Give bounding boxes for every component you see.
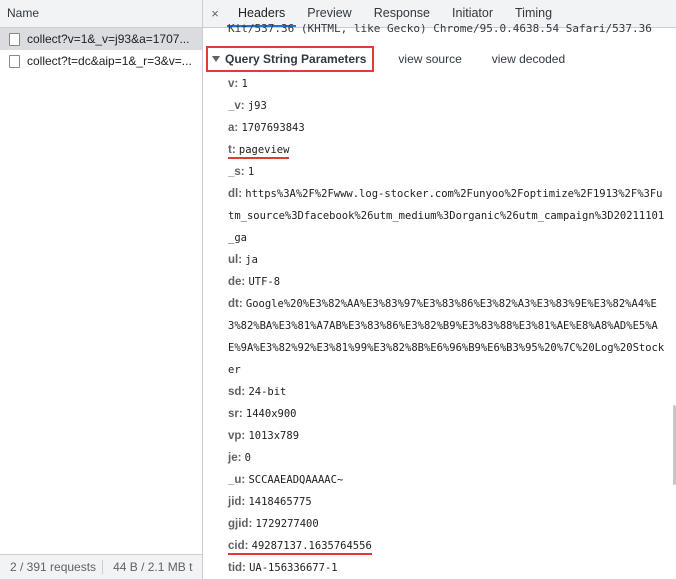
param-value: 49287137.1635764556: [251, 540, 372, 552]
param-key: t:: [228, 144, 236, 156]
param-row: _s: 1: [228, 161, 668, 183]
request-row[interactable]: collect?v=1&_v=j93&a=1707...: [0, 28, 202, 50]
param-value: 1013x789: [248, 430, 300, 442]
param-key: dt:: [228, 298, 243, 310]
param-value: ja: [245, 254, 258, 266]
param-key: cid:: [228, 540, 249, 552]
param-value: pageview: [238, 144, 290, 156]
param-row: cid: 49287137.1635764556: [228, 535, 668, 557]
param-value: 1729277400: [255, 518, 319, 530]
param-row: ul: ja: [228, 249, 668, 271]
param-row: sr: 1440x900: [228, 403, 668, 425]
param-value: 1707693843: [241, 122, 305, 134]
param-value: 24-bit: [248, 386, 287, 398]
section-title: Query String Parameters: [225, 52, 367, 66]
param-row: sd: 24-bit: [228, 381, 668, 403]
view-decoded-link[interactable]: view decoded: [486, 52, 571, 66]
request-list-pane: Name collect?v=1&_v=j93&a=1707... collec…: [0, 0, 203, 579]
param-value: SCCAAEADQAAAAC~: [248, 474, 344, 486]
details-pane: × Headers Preview Response Initiator Tim…: [203, 0, 676, 579]
param-value: 0: [244, 452, 251, 464]
request-name: collect?v=1&_v=j93&a=1707...: [27, 32, 190, 46]
param-value: UTF-8: [248, 276, 281, 288]
param-row: gjid: 1729277400: [228, 513, 668, 535]
param-key: vp:: [228, 430, 246, 442]
param-key: _s:: [228, 166, 245, 178]
param-key: ul:: [228, 254, 243, 266]
param-value: 1440x900: [245, 408, 297, 420]
param-value: Google%20%E3%82%AA%E3%83%97%E3%83%86%E3%…: [228, 298, 665, 376]
param-value: 1: [247, 166, 255, 178]
param-row: tid: UA-156336677-1: [228, 557, 668, 579]
close-icon[interactable]: ×: [203, 0, 227, 27]
param-value: 1: [241, 78, 248, 90]
param-key: a:: [228, 122, 239, 134]
user-agent-text: Kit/537.36 (KHTML, like Gecko) Chrome/95…: [228, 22, 652, 35]
param-row: _u: SCCAAEADQAAAAC~: [228, 469, 668, 491]
param-value: j93: [247, 100, 267, 112]
request-row[interactable]: collect?t=dc&aip=1&_r=3&v=...: [0, 50, 202, 72]
status-bar: 2 / 391 requests 44 B / 2.1 MB t: [0, 554, 202, 579]
request-count: 2 / 391 requests: [10, 560, 97, 574]
document-icon: [9, 32, 20, 46]
param-key: _u:: [228, 474, 246, 486]
param-value: UA-156336677-1: [249, 562, 338, 574]
param-key: tid:: [228, 562, 246, 574]
param-row: dl: https%3A%2F%2Fwww.log-stocker.com%2F…: [228, 183, 668, 249]
param-row: dt: Google%20%E3%82%AA%E3%83%97%E3%83%86…: [228, 293, 668, 381]
param-key: je:: [228, 452, 242, 464]
param-key: jid:: [228, 496, 246, 508]
transfer-size: 44 B / 2.1 MB t: [113, 560, 193, 574]
name-column-header[interactable]: Name: [0, 0, 202, 28]
param-value: https%3A%2F%2Fwww.log-stocker.com%2Funyo…: [228, 188, 665, 244]
param-row: vp: 1013x789: [228, 425, 668, 447]
param-row: jid: 1418465775: [228, 491, 668, 513]
param-row: t: pageview: [228, 139, 668, 161]
param-key: _v:: [228, 100, 245, 112]
param-key: dl:: [228, 188, 243, 200]
param-key: de:: [228, 276, 246, 288]
param-key: v:: [228, 78, 239, 90]
document-icon: [9, 54, 20, 68]
param-row: a: 1707693843: [228, 117, 668, 139]
section-toggle[interactable]: Query String Parameters: [206, 46, 375, 72]
request-name: collect?t=dc&aip=1&_r=3&v=...: [27, 54, 192, 68]
triangle-down-icon: [212, 56, 220, 62]
param-key: sr:: [228, 408, 243, 420]
query-string-section-header: Query String Parameters view source view…: [206, 46, 571, 72]
param-row: v: 1: [228, 73, 668, 95]
param-row: _v: j93: [228, 95, 668, 117]
param-row: je: 0: [228, 447, 668, 469]
param-key: gjid:: [228, 518, 253, 530]
view-source-link[interactable]: view source: [392, 52, 467, 66]
param-value: 1418465775: [248, 496, 312, 508]
param-key: sd:: [228, 386, 246, 398]
param-row: de: UTF-8: [228, 271, 668, 293]
